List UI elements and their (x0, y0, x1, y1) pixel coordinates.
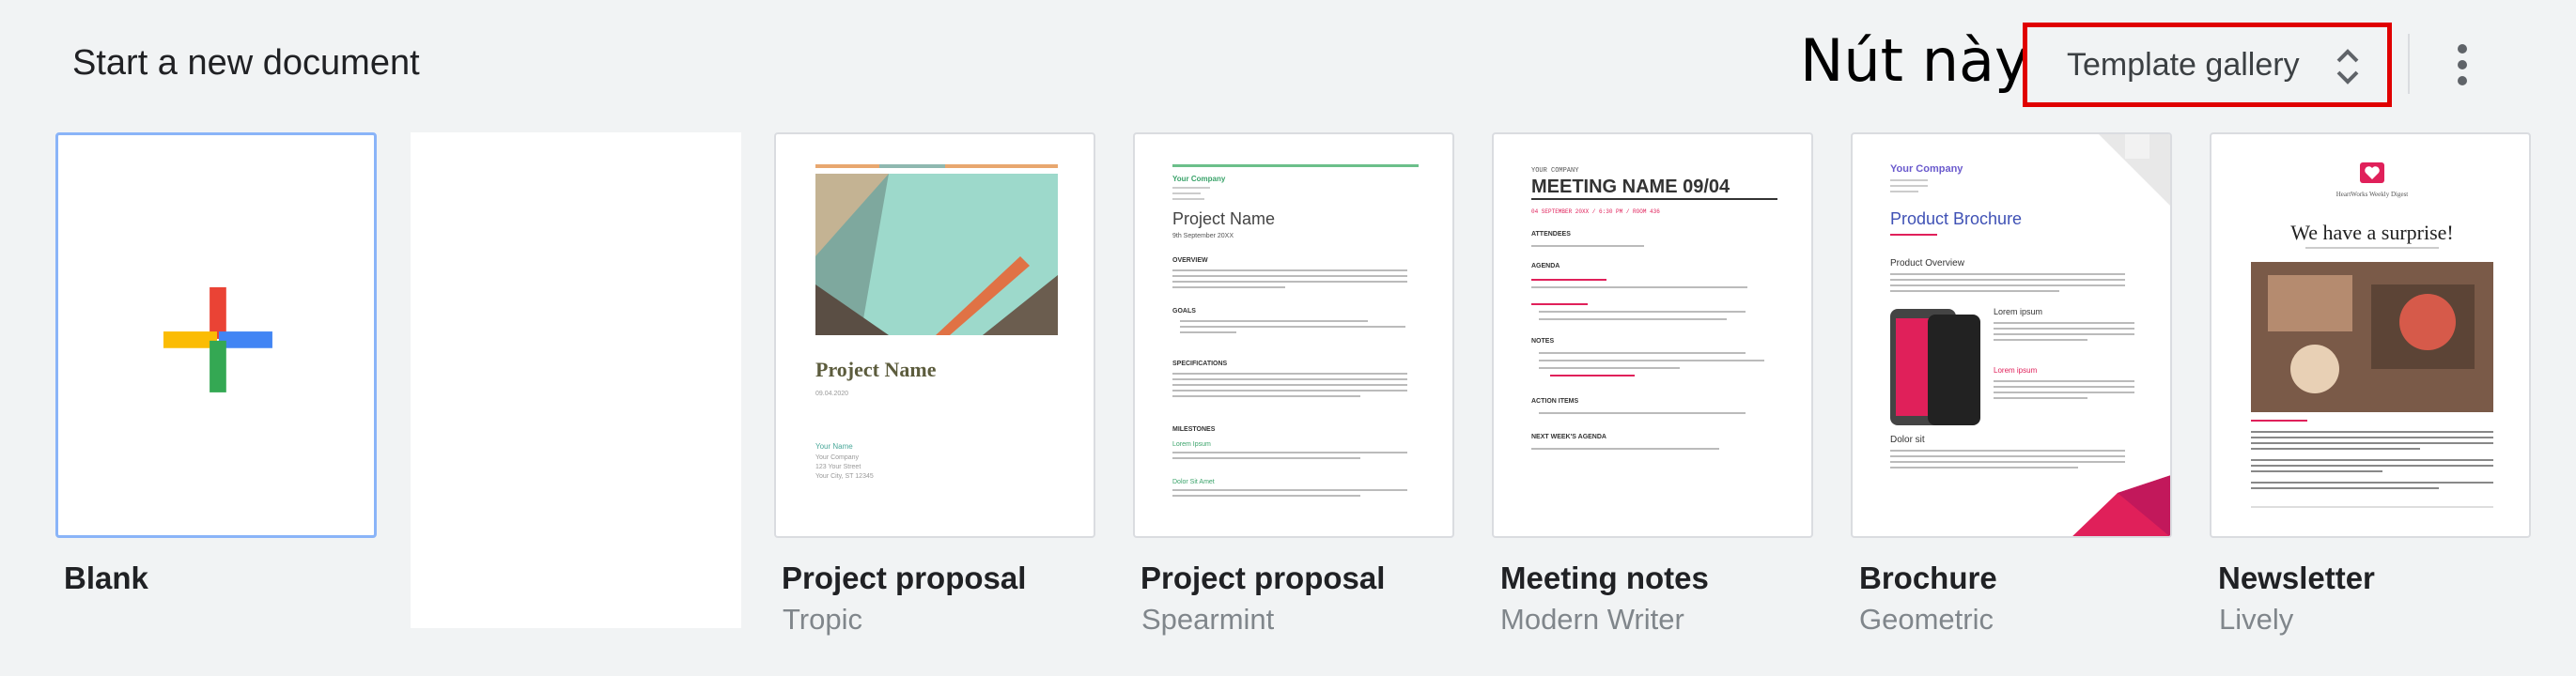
template-gallery-label: Template gallery (2067, 46, 2300, 83)
header-title: Start a new document (72, 43, 420, 83)
template-subtitle: Tropic (783, 603, 862, 636)
svg-text:Project Name: Project Name (1172, 209, 1275, 228)
tropic-thumbnail: Project Name 09.04.2020 Your Name Your C… (815, 164, 1058, 480)
svg-text:Project Name: Project Name (815, 358, 937, 381)
svg-text:Product Brochure: Product Brochure (1890, 209, 2022, 228)
svg-text:Your Company: Your Company (1172, 175, 1226, 183)
template-card-tropic[interactable]: Project Name 09.04.2020 Your Name Your C… (774, 132, 1095, 538)
unfold-more-icon (2336, 49, 2359, 84)
more-options-button[interactable] (2443, 32, 2482, 98)
svg-text:MEETING NAME 09/04: MEETING NAME 09/04 (1531, 177, 1730, 197)
svg-text:HeartWorks Weekly Digest: HeartWorks Weekly Digest (2336, 191, 2409, 198)
template-subtitle: Spearmint (1141, 603, 1275, 636)
template-name: Blank (64, 561, 148, 595)
svg-text:MILESTONES: MILESTONES (1172, 426, 1216, 433)
svg-text:ATTENDEES: ATTENDEES (1531, 231, 1571, 238)
template-subtitle: Modern Writer (1500, 603, 1684, 636)
svg-text:Your Name: Your Name (815, 442, 853, 451)
template-card-blank[interactable] (55, 132, 377, 538)
more-dot (2458, 44, 2467, 54)
template-subtitle: Lively (2219, 603, 2294, 636)
spearmint-thumbnail: Your Company Project Name 9th September … (1172, 164, 1419, 497)
svg-text:Your Company: Your Company (1890, 163, 1963, 175)
svg-text:Dolor Sit Amet: Dolor Sit Amet (1172, 479, 1215, 485)
svg-text:We have a surprise!: We have a surprise! (2290, 221, 2454, 244)
plus-icon (163, 286, 272, 392)
template-name: Meeting notes (1500, 561, 1709, 595)
svg-text:ACTION ITEMS: ACTION ITEMS (1531, 398, 1578, 405)
template-card-modern-writer[interactable]: YOUR COMPANY MEETING NAME 09/04 04 SEPTE… (1492, 132, 1813, 538)
header-divider (2408, 34, 2410, 94)
svg-text:Lorem Ipsum: Lorem Ipsum (1172, 441, 1211, 448)
svg-text:SPECIFICATIONS: SPECIFICATIONS (1172, 361, 1228, 367)
svg-text:NOTES: NOTES (1531, 338, 1554, 345)
more-dot (2458, 60, 2467, 69)
template-name: Project proposal (1141, 561, 1386, 595)
template-card-geometric[interactable]: Your Company Product Brochure Product Ov… (1851, 132, 2172, 538)
svg-text:9th September 20XX: 9th September 20XX (1172, 233, 1234, 239)
geometric-thumbnail: Your Company Product Brochure Product Ov… (1890, 134, 2170, 536)
more-dot (2458, 76, 2467, 85)
svg-text:NEXT WEEK'S AGENDA: NEXT WEEK'S AGENDA (1531, 434, 1606, 440)
svg-text:Lorem ipsum: Lorem ipsum (1994, 307, 2042, 316)
template-card-spearmint[interactable]: Your Company Project Name 9th September … (1133, 132, 1454, 538)
svg-text:AGENDA: AGENDA (1531, 263, 1560, 269)
svg-text:123 Your Street: 123 Your Street (815, 464, 861, 470)
template-subtitle: Geometric (1859, 603, 1994, 636)
template-name: Newsletter (2218, 561, 2375, 595)
template-name: Brochure (1859, 561, 1997, 595)
annotation-text: Nút này (1800, 26, 2029, 95)
template-card-lively[interactable]: HeartWorks Weekly Digest We have a surpr… (2210, 132, 2531, 538)
svg-text:YOUR COMPANY: YOUR COMPANY (1531, 167, 1579, 175)
modern-writer-thumbnail: YOUR COMPANY MEETING NAME 09/04 04 SEPTE… (1531, 167, 1777, 450)
svg-text:Your Company: Your Company (815, 454, 860, 461)
template-name: Project proposal (782, 561, 1027, 595)
svg-text:Product Overview: Product Overview (1890, 258, 1965, 269)
svg-text:OVERVIEW: OVERVIEW (1172, 257, 1208, 264)
svg-text:Dolor sit: Dolor sit (1890, 435, 1925, 445)
svg-text:GOALS: GOALS (1172, 308, 1196, 315)
svg-text:09.04.2020: 09.04.2020 (815, 391, 848, 397)
svg-text:Your City, ST 12345: Your City, ST 12345 (815, 473, 874, 480)
svg-text:Lorem ipsum: Lorem ipsum (1994, 366, 2038, 375)
template-gallery-button[interactable]: Template gallery (2023, 23, 2392, 107)
lively-thumbnail: HeartWorks Weekly Digest We have a surpr… (2251, 162, 2493, 508)
white-overlay-panel (411, 132, 741, 628)
svg-text:04 SEPTEMBER 20XX / 6:30 PM /: 04 SEPTEMBER 20XX / 6:30 PM / ROOM 436 (1531, 208, 1660, 215)
